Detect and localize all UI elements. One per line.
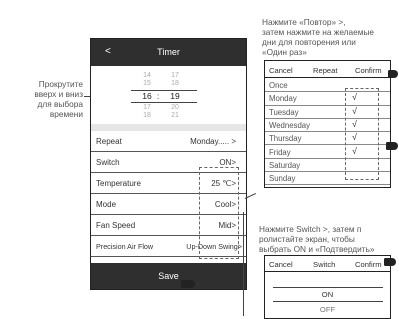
hand-cursor-icon [181, 280, 195, 288]
annotation-line: Нажмите Switch >, затем п [259, 224, 362, 234]
row-label: Switch [96, 158, 120, 167]
picker-item: 18 [171, 79, 179, 87]
row-label: Mode [96, 200, 117, 209]
row-label: Repeat [96, 137, 122, 146]
picker-item: 14 [143, 72, 151, 79]
picker-item: 21 [171, 111, 179, 119]
timer-header: < Timer [91, 39, 246, 66]
repeat-panel: Cancel Repeat Confirm Once Monday √ Tuesday… [264, 60, 391, 188]
connector-line [243, 212, 244, 316]
settings-highlight [199, 167, 239, 259]
annotation-line: затем нажмите на желаемые [262, 27, 375, 37]
annotation-line: дни для повторения или [262, 37, 356, 47]
picker-line [273, 287, 383, 288]
day-label: Once [269, 81, 288, 90]
day-label: Tuesday [269, 107, 299, 117]
annotation-line: времени [49, 109, 83, 119]
annotation-line: вверх и вниз [34, 89, 83, 99]
row-value: Monday..... > [190, 137, 236, 146]
scroll-annotation: Прокрутите вверх и вниз для выбора време… [30, 79, 83, 119]
annotation-line: ролистайте экран, чтобы [259, 234, 355, 244]
annotation-line: Нажмите «Повтор» >, [262, 17, 346, 27]
confirm-button[interactable]: Confirm [355, 66, 382, 75]
picker-line [273, 301, 383, 302]
hour-selected[interactable]: 16 [135, 92, 159, 101]
switch-panel: Cancel Switch Confirm ON OFF [264, 255, 391, 319]
confirm-button[interactable]: Confirm [355, 260, 382, 269]
minute-selected[interactable]: 19 [163, 92, 187, 101]
hand-cursor-icon [386, 142, 398, 150]
picker-line [131, 102, 197, 103]
day-label: Monday [269, 94, 297, 104]
hand-cursor-icon [384, 258, 396, 266]
save-button[interactable]: Save [91, 263, 246, 289]
picker-colon: : [157, 92, 160, 101]
page-title: Timer [157, 47, 180, 57]
checkmark-highlight [345, 88, 379, 180]
picker-item: 15 [143, 79, 151, 87]
row-label: Temperature [96, 179, 141, 188]
row-value: ON> [219, 158, 236, 167]
annotation-line: выбрать ON и «Подтвердить» [259, 244, 375, 254]
section-divider [91, 124, 246, 131]
picker-selected: 19 [170, 91, 180, 101]
hand-cursor-icon [388, 70, 398, 78]
panel-title: Repeat [313, 66, 338, 75]
annotation-line: для выбора [37, 99, 83, 109]
picker-item: 17 [171, 72, 179, 79]
day-label: Thursday [269, 134, 302, 144]
annotation-line: Прокрутите [38, 79, 83, 89]
panel-title: Switch [313, 260, 336, 269]
save-label: Save [158, 271, 179, 281]
minute-picker-lower[interactable]: 20 21 [163, 104, 187, 119]
switch-option-off[interactable]: OFF [265, 305, 390, 314]
picker-selected: 16 [142, 91, 152, 101]
picker-item: 18 [143, 111, 151, 119]
day-label: Saturday [269, 160, 301, 170]
panel-divider [265, 271, 390, 272]
repeat-annotation: Нажмите «Повтор» >, затем нажмите на жел… [262, 17, 397, 57]
cancel-button[interactable]: Cancel [269, 66, 293, 75]
repeat-row[interactable]: Repeat Monday..... > [91, 131, 246, 152]
switch-option-on[interactable]: ON [265, 290, 390, 299]
timer-screen: < Timer 14 15 17 18 16 : 19 17 18 20 21 … [90, 38, 247, 290]
picker-line [131, 90, 197, 91]
hour-picker-lower[interactable]: 17 18 [135, 104, 159, 119]
hour-picker[interactable]: 14 15 [135, 72, 159, 87]
picker-item: 17 [143, 104, 151, 111]
minute-picker[interactable]: 17 18 [163, 72, 187, 87]
annotation-line: «Один раз» [262, 47, 307, 57]
day-label: Wednesday [269, 120, 311, 130]
switch-annotation: Нажмите Switch >, затем п ролистайте экр… [259, 224, 399, 254]
picker-item: 20 [171, 104, 179, 111]
day-label: Sunday [269, 174, 296, 184]
day-label: Friday [269, 147, 291, 157]
cancel-button[interactable]: Cancel [269, 260, 293, 269]
row-label: Fan Speed [96, 221, 136, 230]
row-label: Precision Air Flow [96, 242, 154, 251]
